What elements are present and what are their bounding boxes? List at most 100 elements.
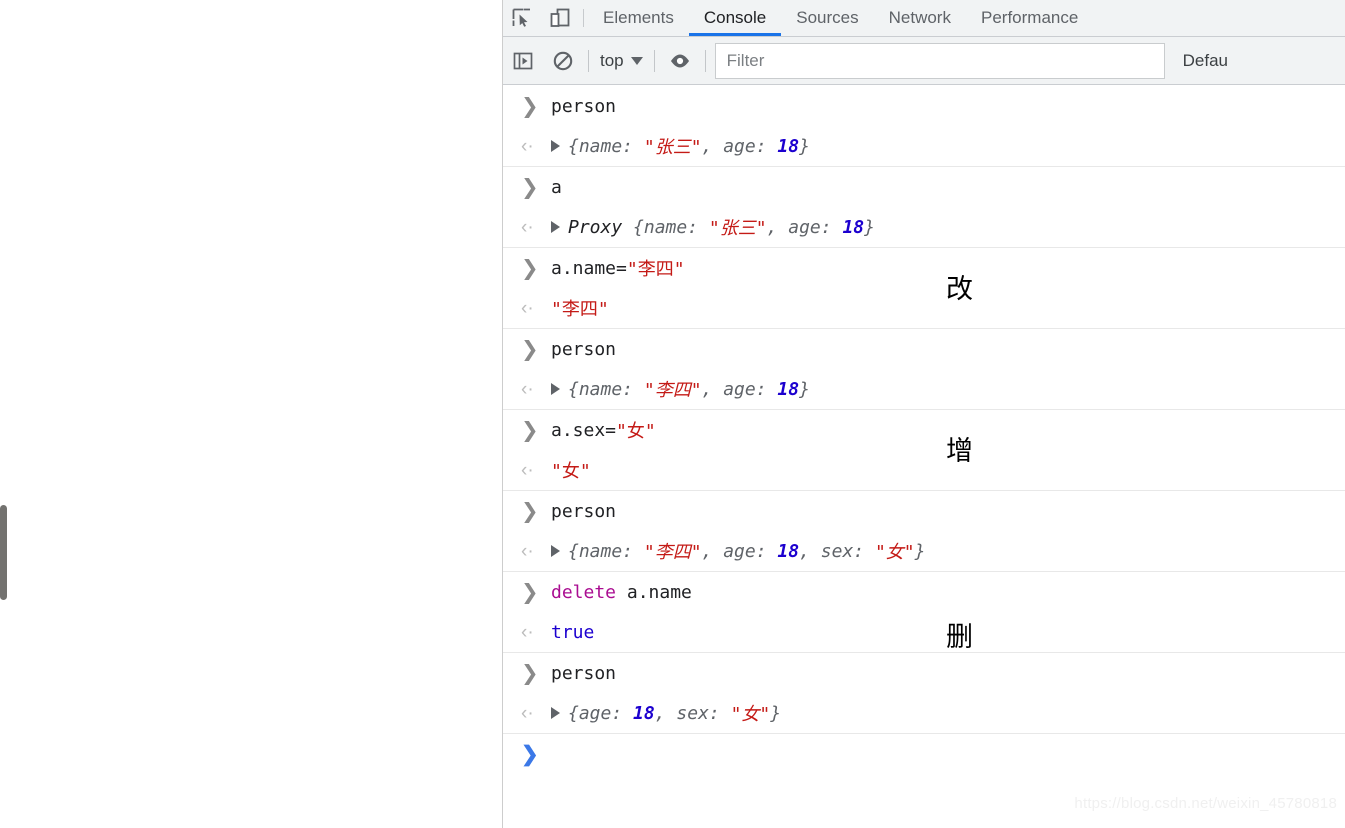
execution-context-selector[interactable]: top	[594, 51, 649, 71]
console-token: }	[799, 378, 810, 400]
console-token: 18	[633, 702, 655, 724]
inspect-element-icon[interactable]	[503, 0, 541, 36]
console-input-row[interactable]: ❯ a	[503, 167, 1345, 207]
console-output-text: {name: "李四", age: 18}	[551, 376, 810, 402]
console-prompt-row[interactable]: ❯	[503, 734, 1345, 774]
console-token: "张三"	[643, 137, 702, 158]
console-input-text: person	[551, 500, 617, 522]
console-input-text: person	[551, 95, 617, 117]
input-chevron-icon: ❯	[521, 175, 539, 199]
console-output-row[interactable]: ‹· {age: 18, sex: "女"}	[503, 693, 1345, 733]
console-message-group: ❯ a.sex= "女" ‹· "女" 增	[503, 410, 1345, 491]
output-return-icon: ‹·	[521, 378, 534, 400]
console-token: {name:	[568, 135, 644, 157]
tab-performance[interactable]: Performance	[966, 0, 1093, 36]
console-message-group: ❯ person ‹· {name: "李四", age: 18}	[503, 329, 1345, 410]
tab-performance-label: Performance	[980, 8, 1079, 27]
filter-input[interactable]: Filter	[714, 42, 1165, 79]
console-output-row[interactable]: ‹· {name: "李四", age: 18, sex: "女"}	[503, 531, 1345, 571]
live-expression-icon[interactable]	[660, 49, 700, 73]
console-input-row[interactable]: ❯ person	[503, 653, 1345, 693]
console-input-row[interactable]: ❯ delete a.name	[503, 572, 1345, 612]
console-message-group: ❯ a.name= "李四" ‹· "李四" 改	[503, 248, 1345, 329]
console-token: "女"	[551, 461, 591, 482]
console-input-row[interactable]: ❯ person	[503, 86, 1345, 126]
console-token: }	[799, 135, 810, 157]
prompt-chevron-icon: ❯	[521, 742, 539, 766]
expand-triangle-icon[interactable]	[551, 140, 560, 152]
handwritten-annotation: 增	[946, 436, 973, 467]
console-input-text: a.name= "李四"	[551, 255, 685, 281]
console-message-group: ❯ delete a.name ‹· true 删	[503, 572, 1345, 653]
console-message-list[interactable]: ❯ person ‹· {name: "张三", age: 18} ❯ a ‹· Proxy …	[503, 86, 1345, 828]
console-token: "女"	[874, 542, 915, 563]
console-message-group: ❯ person ‹· {name: "李四", age: 18, sex: "女"}	[503, 491, 1345, 572]
console-output-row[interactable]: ‹· true	[503, 612, 1345, 652]
output-return-icon: ‹·	[521, 135, 534, 157]
handwritten-annotation: 改	[946, 274, 973, 305]
console-input-text: person	[551, 662, 617, 684]
log-levels-selector[interactable]: Defau	[1183, 51, 1228, 71]
tab-elements[interactable]: Elements	[588, 0, 689, 36]
page-scrollbar-thumb[interactable]	[0, 505, 7, 600]
console-input-row[interactable]: ❯ person	[503, 329, 1345, 369]
console-output-row[interactable]: ‹· "女"	[503, 450, 1345, 490]
tab-sources[interactable]: Sources	[781, 0, 873, 36]
console-token: a.sex=	[551, 419, 617, 441]
console-output-row[interactable]: ‹· Proxy {name: "张三", age: 18}	[503, 207, 1345, 247]
input-chevron-icon: ❯	[521, 661, 539, 685]
console-output-row[interactable]: ‹· "李四"	[503, 288, 1345, 328]
console-output-row[interactable]: ‹· {name: "李四", age: 18}	[503, 369, 1345, 409]
console-sidebar-icon[interactable]	[503, 50, 543, 72]
device-toolbar-icon[interactable]	[541, 0, 579, 36]
console-token: }	[864, 216, 875, 238]
console-token: "李四"	[643, 380, 702, 401]
console-input-row[interactable]: ❯ person	[503, 491, 1345, 531]
console-token: {name:	[568, 540, 644, 562]
expand-triangle-icon[interactable]	[551, 545, 560, 557]
console-output-text: "李四"	[551, 295, 609, 321]
output-return-icon: ‹·	[521, 216, 534, 238]
console-token: , age:	[701, 540, 778, 562]
console-token: 18	[842, 216, 865, 238]
console-output-text: {age: 18, sex: "女"}	[551, 700, 781, 726]
console-input-text: delete a.name	[551, 582, 692, 603]
tab-sources-label: Sources	[796, 8, 859, 27]
expand-triangle-icon[interactable]	[551, 383, 560, 395]
chevron-down-icon	[630, 56, 643, 65]
console-token: a.name	[616, 581, 692, 603]
console-output-text: {name: "张三", age: 18}	[551, 133, 810, 159]
console-token: "李四"	[626, 259, 685, 280]
tab-elements-label: Elements	[603, 8, 674, 27]
console-token: 18	[777, 135, 800, 157]
expand-triangle-icon[interactable]	[551, 707, 560, 719]
console-token: {age:	[568, 702, 634, 724]
console-input-text: person	[551, 338, 617, 360]
console-token: "李四"	[643, 542, 702, 563]
clear-console-icon[interactable]	[543, 50, 583, 72]
tab-network[interactable]: Network	[874, 0, 966, 36]
input-chevron-icon: ❯	[521, 337, 539, 361]
input-chevron-icon: ❯	[521, 256, 539, 280]
console-input-row[interactable]: ❯ a.sex= "女"	[503, 410, 1345, 450]
input-chevron-icon: ❯	[521, 580, 539, 604]
execution-context-label: top	[600, 50, 624, 70]
tab-console-label: Console	[703, 8, 767, 27]
console-token: , sex:	[654, 702, 731, 724]
input-chevron-icon: ❯	[521, 418, 539, 442]
expand-triangle-icon[interactable]	[551, 221, 560, 233]
tab-console[interactable]: Console	[688, 0, 782, 36]
console-output-row[interactable]: ‹· {name: "张三", age: 18}	[503, 126, 1345, 166]
console-token: "女"	[730, 704, 771, 725]
tabstrip-divider	[583, 9, 584, 27]
web-page-area	[0, 0, 502, 828]
console-token: 18	[777, 378, 800, 400]
console-token: delete	[551, 581, 617, 603]
console-message-group: ❯ person ‹· {name: "张三", age: 18}	[503, 86, 1345, 167]
console-token: , age:	[766, 216, 843, 238]
console-token: , age:	[701, 378, 778, 400]
output-return-icon: ‹·	[521, 540, 534, 562]
console-filter-toolbar: top Filter Defau	[503, 37, 1345, 85]
input-chevron-icon: ❯	[521, 94, 539, 118]
console-input-row[interactable]: ❯ a.name= "李四"	[503, 248, 1345, 288]
